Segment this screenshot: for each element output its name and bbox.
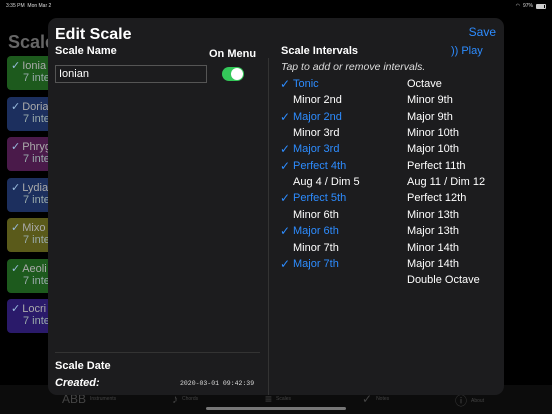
home-indicator (206, 407, 346, 410)
interval-item[interactable]: Major 10th (407, 143, 459, 155)
interval-item[interactable]: Double Octave (407, 274, 480, 286)
interval-item[interactable]: ✓ Perfect 5th (280, 191, 347, 205)
play-label: Play (461, 45, 483, 57)
tab-label: Notes (376, 396, 390, 402)
interval-label: Minor 7th (293, 241, 339, 254)
interval-item[interactable]: Major 14th (407, 258, 459, 270)
interval-label: Major 13th (407, 225, 459, 238)
scale-date-label: Scale Date (55, 360, 111, 372)
created-date: 2020-03-01 09:42:39 (180, 380, 255, 387)
play-button[interactable]: )) Play (451, 45, 483, 57)
interval-item[interactable]: Aug 4 / Dim 5 (293, 176, 360, 188)
scale-name-label: Scale Name (55, 45, 117, 57)
interval-item[interactable]: Major 13th (407, 225, 459, 237)
interval-label: Perfect 4th (293, 159, 347, 172)
checkmark-icon: ✓ (280, 142, 291, 157)
wifi-icon: ◠ (515, 3, 520, 9)
interval-label: Minor 3rd (293, 127, 340, 140)
status-time: 3:35 PM Mon Mar 2 (6, 3, 52, 9)
interval-item[interactable]: Perfect 12th (407, 192, 466, 204)
tab-label: Scales (276, 396, 292, 402)
checkmark-icon: ✓ (11, 60, 21, 72)
interval-item[interactable]: Minor 2nd (293, 94, 342, 106)
interval-item[interactable]: ✓ Major 2nd (280, 110, 342, 124)
checkmark-icon: ✓ (11, 100, 21, 113)
interval-label: Major 14th (407, 257, 459, 270)
interval-label: Perfect 5th (293, 192, 347, 205)
checkmark-icon: ✓ (11, 141, 21, 153)
date-divider (55, 352, 260, 353)
interval-item[interactable]: ✓ Tonic (280, 77, 319, 91)
toggle-knob (231, 68, 243, 80)
interval-label: Major 7th (293, 257, 339, 270)
checkmark-icon: ✓ (11, 181, 21, 194)
interval-label: Perfect 12th (407, 192, 467, 205)
interval-label: Aug 11 / Dim 12 (407, 176, 486, 189)
interval-label: Major 6th (293, 225, 339, 238)
interval-item[interactable]: ✓ Major 6th (280, 224, 339, 238)
on-menu-toggle[interactable] (222, 67, 244, 81)
tab-label: About (471, 397, 485, 404)
interval-item[interactable]: Major 9th (407, 111, 453, 123)
interval-item[interactable]: Perfect 11th (407, 160, 466, 172)
created-label: Created: (55, 377, 100, 389)
checkmark-icon: ✓ (280, 109, 291, 124)
interval-label: Octave (407, 78, 442, 90)
battery-icon (536, 3, 546, 9)
interval-label: Perfect 11th (407, 159, 466, 172)
status-bar: 3:35 PM Mon Mar 2 ◠ 97% (0, 0, 552, 12)
interval-item[interactable]: Minor 14th (407, 242, 459, 254)
on-menu-label: On Menu (209, 48, 257, 60)
interval-item[interactable]: Minor 13th (407, 209, 459, 221)
interval-item[interactable]: Minor 10th (407, 127, 459, 139)
interval-item[interactable]: ✓ Perfect 4th (280, 159, 347, 173)
scale-intervals-label: Scale Intervals (281, 45, 359, 57)
checkmark-icon: ✓ (280, 158, 291, 173)
checkmark-icon: ✓ (11, 262, 21, 275)
interval-label: Minor 10th (407, 127, 459, 140)
checkmark-icon: ✓ (11, 303, 21, 315)
battery-percent: 97% (522, 3, 533, 9)
interval-label: Aug 4 / Dim 5 (293, 176, 360, 189)
tab-label: Chords (182, 396, 199, 402)
intervals-hint: Tap to add or remove intervals. (281, 61, 426, 73)
interval-label: Major 3rd (293, 143, 340, 156)
tab-label: Instruments (90, 396, 117, 402)
status-right: ◠ 97% (516, 3, 546, 9)
save-button[interactable]: Save (469, 25, 496, 39)
checkmark-icon: ✓ (280, 77, 291, 91)
checkmark-icon: ✓ (11, 222, 21, 234)
interval-item[interactable]: Aug 11 / Dim 12 (407, 176, 485, 188)
interval-label: Minor 9th (407, 94, 453, 107)
interval-label: Minor 2nd (293, 94, 342, 107)
checkmark-icon: ✓ (280, 256, 291, 271)
interval-item[interactable]: Minor 7th (293, 242, 339, 254)
interval-item[interactable]: ✓ Major 7th (280, 257, 339, 271)
interval-label: Major 9th (407, 110, 453, 123)
interval-label: Major 2nd (293, 110, 342, 123)
interval-item[interactable]: Minor 6th (293, 209, 339, 221)
interval-item[interactable]: Minor 3rd (293, 127, 339, 139)
edit-scale-modal: Edit Scale Save Scale Name On Menu Scale… (48, 18, 504, 395)
checkmark-icon: ✓ (280, 224, 291, 239)
speaker-icon: )) (451, 45, 459, 57)
interval-label: Tonic (293, 78, 319, 90)
interval-label: Double Octave (407, 274, 480, 287)
interval-item[interactable]: ✓ Major 3rd (280, 142, 340, 156)
scale-name-input[interactable] (55, 65, 207, 83)
interval-item[interactable]: Minor 9th (407, 94, 453, 106)
interval-label: Minor 14th (407, 241, 459, 254)
modal-title: Edit Scale (55, 26, 132, 43)
column-divider (268, 58, 269, 395)
interval-label: Major 10th (407, 143, 459, 156)
interval-item[interactable]: Octave (407, 78, 442, 90)
interval-label: Minor 6th (293, 208, 339, 221)
checkmark-icon: ✓ (280, 191, 291, 206)
interval-label: Minor 13th (407, 208, 459, 221)
